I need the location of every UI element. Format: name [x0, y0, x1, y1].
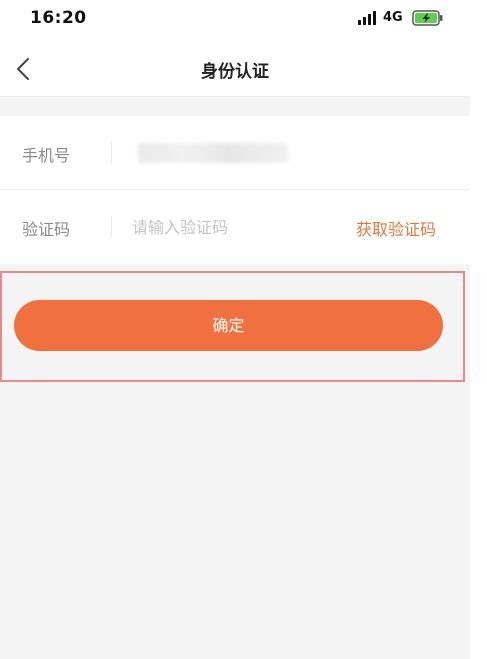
phone-row: 手机号	[0, 116, 470, 190]
status-time: 16:20	[30, 8, 87, 28]
nav-bar: 身份认证	[0, 40, 470, 97]
phone-screen: 16:20 4G 身份认证 手机号 验证码 请输入验证码 获取验证码 确定	[0, 0, 470, 659]
battery-charging-icon	[412, 10, 443, 26]
code-row: 验证码 获取验证码	[0, 190, 470, 264]
get-code-button[interactable]: 获取验证码	[356, 216, 436, 240]
phone-number-value-obscured	[138, 143, 288, 163]
verification-code-input[interactable]	[132, 212, 332, 242]
network-label: 4G	[383, 10, 403, 25]
code-label: 验证码	[22, 220, 71, 239]
confirm-button[interactable]: 确定	[14, 300, 443, 351]
field-separator	[111, 142, 112, 164]
signal-bars-icon	[358, 11, 376, 25]
phone-label: 手机号	[22, 146, 71, 165]
side-margin	[470, 0, 487, 659]
status-bar: 16:20 4G	[0, 0, 470, 40]
field-separator	[111, 216, 112, 238]
page-title: 身份认证	[201, 62, 269, 82]
verification-form: 手机号 验证码 获取验证码	[0, 116, 470, 264]
